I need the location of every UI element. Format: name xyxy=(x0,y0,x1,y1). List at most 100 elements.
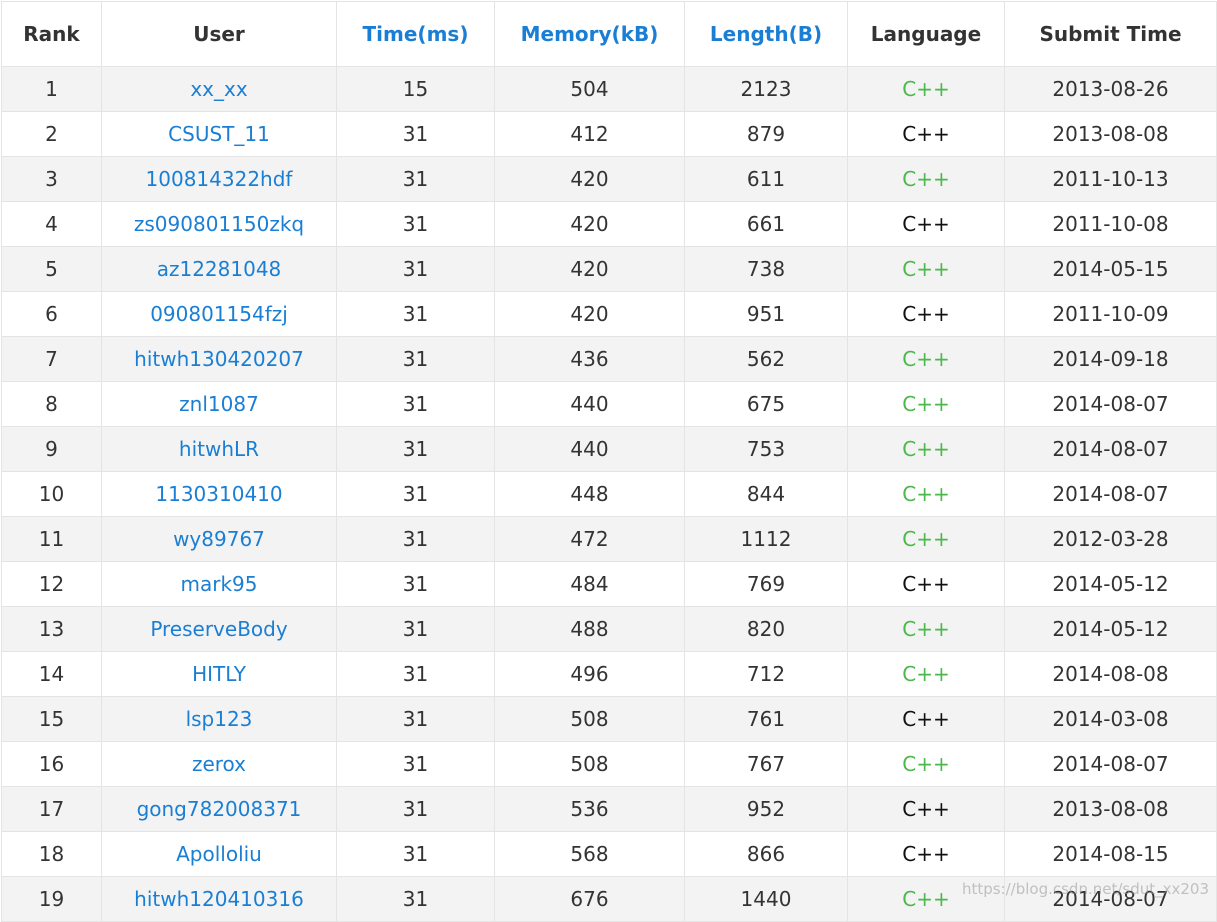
table-row: 6 090801154fzj 31 420 951 C++ 2011-10-09 xyxy=(1,291,1217,337)
column-header-memory[interactable]: Memory(kB) xyxy=(494,1,685,67)
user-cell: 090801154fzj xyxy=(101,291,337,337)
user-link[interactable]: zerox xyxy=(192,752,246,776)
memory-cell: 484 xyxy=(494,561,685,607)
user-link[interactable]: 100814322hdf xyxy=(146,167,293,191)
user-link[interactable]: wy89767 xyxy=(173,527,265,551)
user-link[interactable]: PreserveBody xyxy=(150,617,287,641)
time-cell: 31 xyxy=(336,471,495,517)
column-header-length[interactable]: Length(B) xyxy=(684,1,848,67)
time-cell: 31 xyxy=(336,426,495,472)
length-cell: 820 xyxy=(684,606,848,652)
user-link[interactable]: 1130310410 xyxy=(155,482,282,506)
submit-time-cell: 2014-03-08 xyxy=(1004,696,1217,742)
rank-cell: 19 xyxy=(1,876,102,922)
language-cell: C++ xyxy=(847,66,1005,112)
table-row: 4 zs090801150zkq 31 420 661 C++ 2011-10-08 xyxy=(1,201,1217,247)
user-link[interactable]: az12281048 xyxy=(157,257,282,281)
length-cell: 761 xyxy=(684,696,848,742)
rank-cell: 8 xyxy=(1,381,102,427)
user-link[interactable]: zs090801150zkq xyxy=(134,212,304,236)
length-cell: 952 xyxy=(684,786,848,832)
table-header: Rank User Time(ms) Memory(kB) Length(B) Langu… xyxy=(1,1,1217,67)
language-cell: C++ xyxy=(847,156,1005,202)
rank-cell: 11 xyxy=(1,516,102,562)
user-link[interactable]: Apolloliu xyxy=(176,842,262,866)
user-cell: HITLY xyxy=(101,651,337,697)
language-cell: C++ xyxy=(847,741,1005,787)
time-cell: 31 xyxy=(336,291,495,337)
table-row: 5 az12281048 31 420 738 C++ 2014-05-15 xyxy=(1,246,1217,292)
language-cell: C++ xyxy=(847,426,1005,472)
user-link[interactable]: gong782008371 xyxy=(137,797,302,821)
submit-time-cell: 2013-08-26 xyxy=(1004,66,1217,112)
user-link[interactable]: mark95 xyxy=(181,572,258,596)
length-cell: 879 xyxy=(684,111,848,157)
submit-time-cell: 2014-08-08 xyxy=(1004,651,1217,697)
user-cell: hitwh120410316 xyxy=(101,876,337,922)
user-cell: Apolloliu xyxy=(101,831,337,877)
table-row: 9 hitwhLR 31 440 753 C++ 2014-08-07 xyxy=(1,426,1217,472)
submit-time-cell: 2014-05-12 xyxy=(1004,606,1217,652)
length-cell: 2123 xyxy=(684,66,848,112)
user-cell: 1130310410 xyxy=(101,471,337,517)
user-cell: gong782008371 xyxy=(101,786,337,832)
table-row: 12 mark95 31 484 769 C++ 2014-05-12 xyxy=(1,561,1217,607)
rank-cell: 5 xyxy=(1,246,102,292)
user-cell: hitwh130420207 xyxy=(101,336,337,382)
time-cell: 31 xyxy=(336,651,495,697)
length-cell: 1440 xyxy=(684,876,848,922)
user-cell: PreserveBody xyxy=(101,606,337,652)
user-cell: hitwhLR xyxy=(101,426,337,472)
user-cell: xx_xx xyxy=(101,66,337,112)
user-link[interactable]: znl1087 xyxy=(179,392,259,416)
user-link[interactable]: 090801154fzj xyxy=(150,302,288,326)
memory-cell: 420 xyxy=(494,201,685,247)
time-cell: 31 xyxy=(336,201,495,247)
language-cell: C++ xyxy=(847,201,1005,247)
rank-cell: 7 xyxy=(1,336,102,382)
language-cell: C++ xyxy=(847,696,1005,742)
length-cell: 769 xyxy=(684,561,848,607)
user-cell: 100814322hdf xyxy=(101,156,337,202)
user-link[interactable]: hitwhLR xyxy=(179,437,259,461)
language-cell: C++ xyxy=(847,561,1005,607)
memory-cell: 420 xyxy=(494,156,685,202)
column-header-submit-time: Submit Time xyxy=(1004,1,1217,67)
table-row: 3 100814322hdf 31 420 611 C++ 2011-10-13 xyxy=(1,156,1217,202)
user-link[interactable]: hitwh130420207 xyxy=(134,347,304,371)
table-row: 11 wy89767 31 472 1112 C++ 2012-03-28 xyxy=(1,516,1217,562)
rank-cell: 16 xyxy=(1,741,102,787)
user-link[interactable]: CSUST_11 xyxy=(168,122,270,146)
table-row: 1 xx_xx 15 504 2123 C++ 2013-08-26 xyxy=(1,66,1217,112)
time-cell: 31 xyxy=(336,876,495,922)
submit-time-cell: 2014-05-15 xyxy=(1004,246,1217,292)
table-row: 15 lsp123 31 508 761 C++ 2014-03-08 xyxy=(1,696,1217,742)
table-row: 14 HITLY 31 496 712 C++ 2014-08-08 xyxy=(1,651,1217,697)
table-row: 8 znl1087 31 440 675 C++ 2014-08-07 xyxy=(1,381,1217,427)
memory-cell: 568 xyxy=(494,831,685,877)
rank-cell: 2 xyxy=(1,111,102,157)
submit-time-cell: 2013-08-08 xyxy=(1004,111,1217,157)
rank-cell: 10 xyxy=(1,471,102,517)
language-cell: C++ xyxy=(847,831,1005,877)
language-cell: C++ xyxy=(847,606,1005,652)
memory-cell: 676 xyxy=(494,876,685,922)
submit-time-cell: 2013-08-08 xyxy=(1004,786,1217,832)
column-header-time[interactable]: Time(ms) xyxy=(336,1,495,67)
submit-time-cell: 2014-05-12 xyxy=(1004,561,1217,607)
user-cell: lsp123 xyxy=(101,696,337,742)
user-link[interactable]: xx_xx xyxy=(190,77,247,101)
user-link[interactable]: hitwh120410316 xyxy=(134,887,304,911)
column-header-rank: Rank xyxy=(1,1,102,67)
time-cell: 31 xyxy=(336,741,495,787)
length-cell: 712 xyxy=(684,651,848,697)
length-cell: 951 xyxy=(684,291,848,337)
user-link[interactable]: lsp123 xyxy=(186,707,253,731)
time-cell: 31 xyxy=(336,336,495,382)
submit-time-cell: 2012-03-28 xyxy=(1004,516,1217,562)
user-link[interactable]: HITLY xyxy=(192,662,246,686)
rank-cell: 13 xyxy=(1,606,102,652)
submit-time-cell: 2014-08-07 xyxy=(1004,876,1217,922)
rank-cell: 17 xyxy=(1,786,102,832)
time-cell: 31 xyxy=(336,156,495,202)
